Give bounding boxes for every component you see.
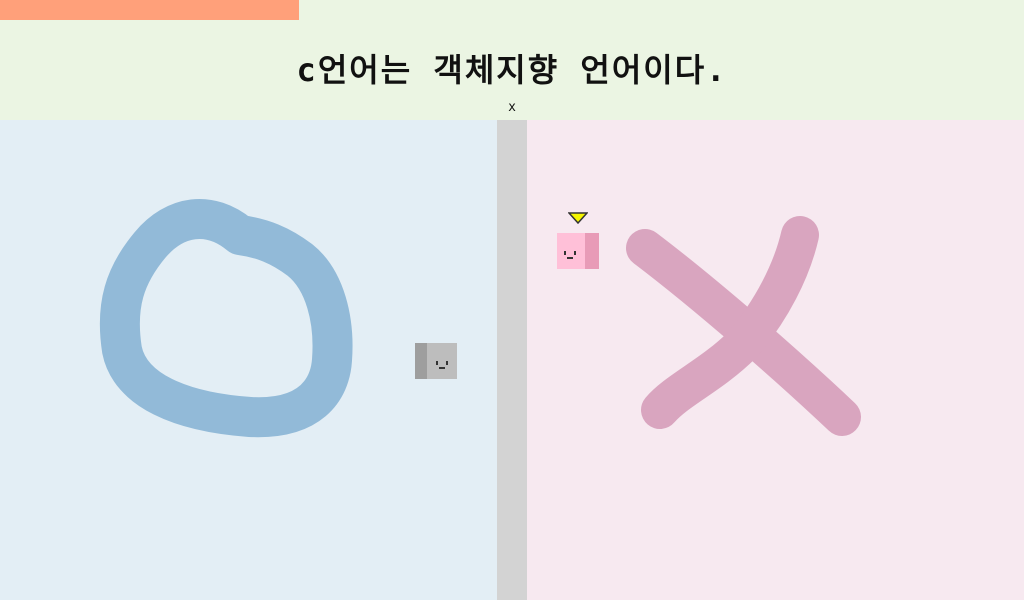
timer-track xyxy=(0,0,1024,20)
zone-divider xyxy=(497,120,527,600)
player-pointer-icon xyxy=(568,212,588,224)
game-stage: c언어는 객체지향 언어이다. x xyxy=(0,0,1024,600)
question-text: c언어는 객체지향 언어이다. xyxy=(296,51,728,89)
x-answer-zone[interactable] xyxy=(527,120,1024,600)
player-character xyxy=(557,233,599,269)
o-answer-zone[interactable] xyxy=(0,120,497,600)
timer-label: x xyxy=(508,100,516,115)
question-panel: c언어는 객체지향 언어이다. x xyxy=(0,0,1024,120)
opponent-character xyxy=(415,343,457,379)
timer-bar xyxy=(0,0,299,20)
x-mark-icon xyxy=(626,216,861,436)
